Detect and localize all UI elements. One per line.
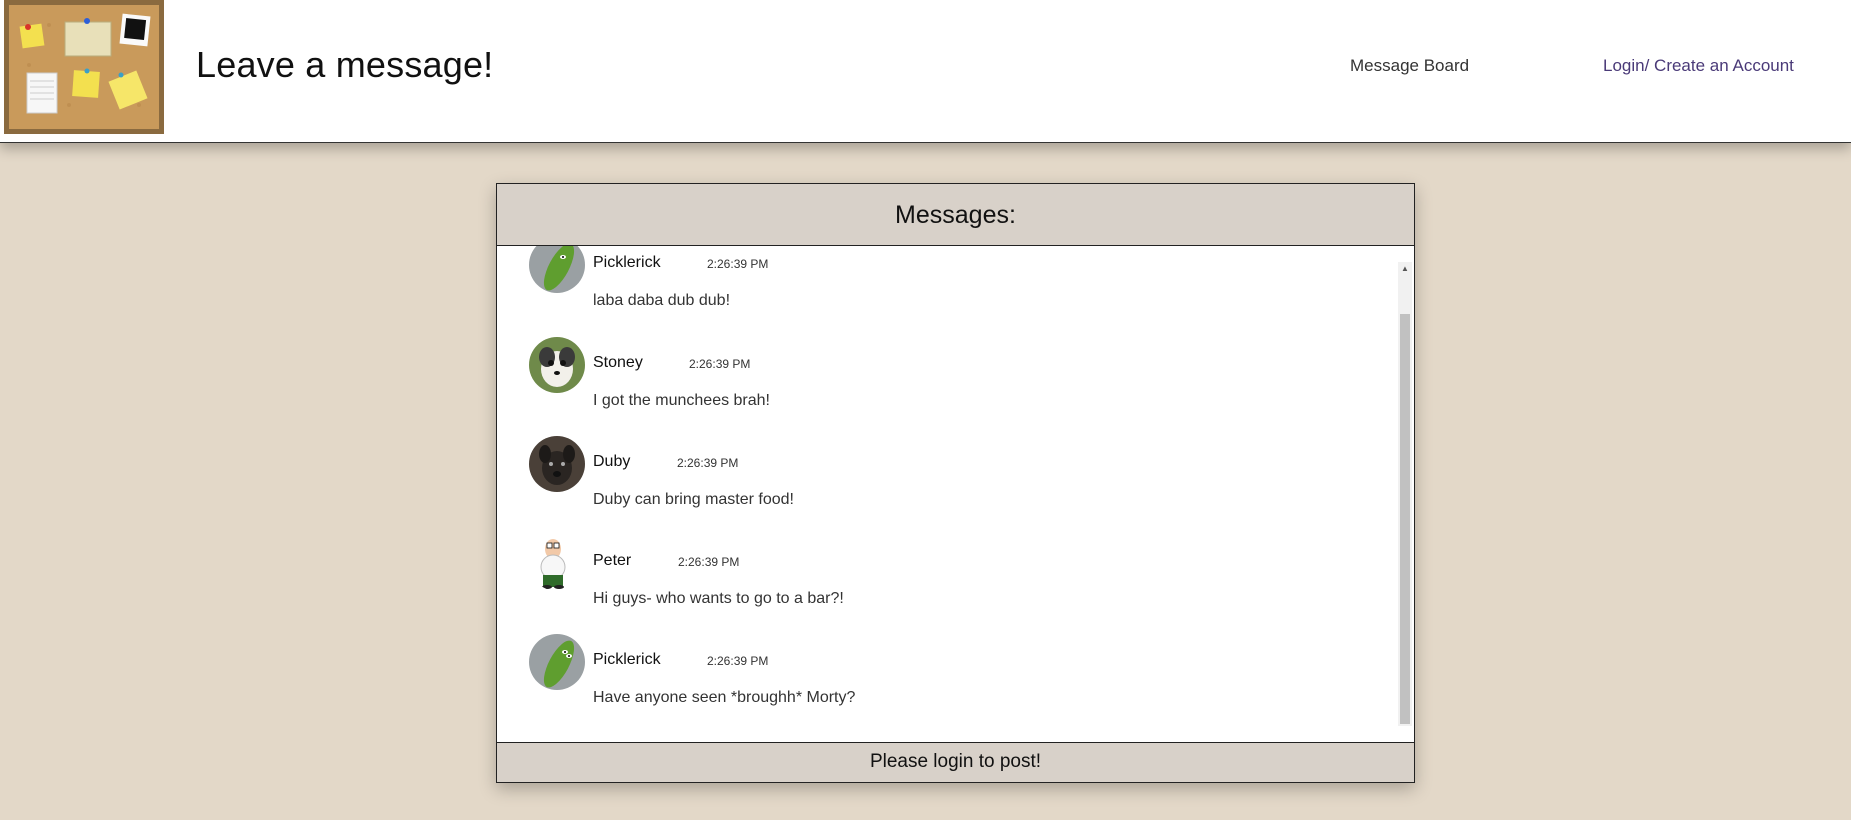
site-header: Leave a message! Message Board Login/ Cr… <box>0 0 1851 143</box>
message-text: Have anyone seen *broughh* Morty? <box>593 689 856 706</box>
message-list-scrollbar[interactable]: ▲ ▼ <box>1398 262 1412 726</box>
list-item: Picklerick 2:26:39 PM Have anyone seen *… <box>529 634 1369 724</box>
pickle-avatar <box>529 634 585 690</box>
page-title: Leave a message! <box>196 44 494 85</box>
corkboard-logo-icon[interactable] <box>4 0 164 134</box>
message-timestamp: 2:26:39 PM <box>689 357 751 371</box>
message-author: Picklerick <box>593 651 661 668</box>
message-author: Stoney <box>593 354 643 371</box>
list-item: Stoney 2:26:39 PM I got the munchees bra… <box>529 337 1369 427</box>
message-text: Hi guys- who wants to go to a bar?! <box>593 590 844 607</box>
message-text: Duby can bring master food! <box>593 491 794 508</box>
scrollbar-thumb[interactable] <box>1400 314 1410 724</box>
message-timestamp: 2:26:39 PM <box>707 654 769 668</box>
dog-avatar <box>529 436 585 492</box>
message-author: Peter <box>593 552 632 569</box>
nav-login-link[interactable]: Login/ Create an Account <box>1603 56 1794 76</box>
pickle-avatar <box>529 246 585 293</box>
message-text: laba daba dub dub! <box>593 292 731 309</box>
chihuahua-avatar <box>529 337 585 393</box>
corkboard-illustration <box>9 5 159 129</box>
messages-heading: Messages: <box>497 184 1414 246</box>
nav-message-board-link[interactable]: Message Board <box>1350 56 1469 76</box>
cartoon-man-avatar <box>529 535 585 591</box>
scroll-up-arrow-icon[interactable]: ▲ <box>1398 262 1412 276</box>
message-text: I got the munchees brah! <box>593 392 770 409</box>
message-author: Picklerick <box>593 254 661 271</box>
list-item: Picklerick 2:26:39 PM laba daba dub dub! <box>529 246 1369 327</box>
message-timestamp: 2:26:39 PM <box>677 456 739 470</box>
message-timestamp: 2:26:39 PM <box>678 555 740 569</box>
message-board-panel: Messages: Picklerick 2:26:39 PM laba dab… <box>496 183 1415 783</box>
login-to-post-notice: Please login to post! <box>497 742 1414 782</box>
list-item: Peter 2:26:39 PM Hi guys- who wants to g… <box>529 535 1369 625</box>
message-timestamp: 2:26:39 PM <box>707 257 769 271</box>
message-author: Duby <box>593 453 631 470</box>
message-list[interactable]: Picklerick 2:26:39 PM laba daba dub dub!… <box>497 246 1414 726</box>
list-item: Duby 2:26:39 PM Duby can bring master fo… <box>529 436 1369 526</box>
